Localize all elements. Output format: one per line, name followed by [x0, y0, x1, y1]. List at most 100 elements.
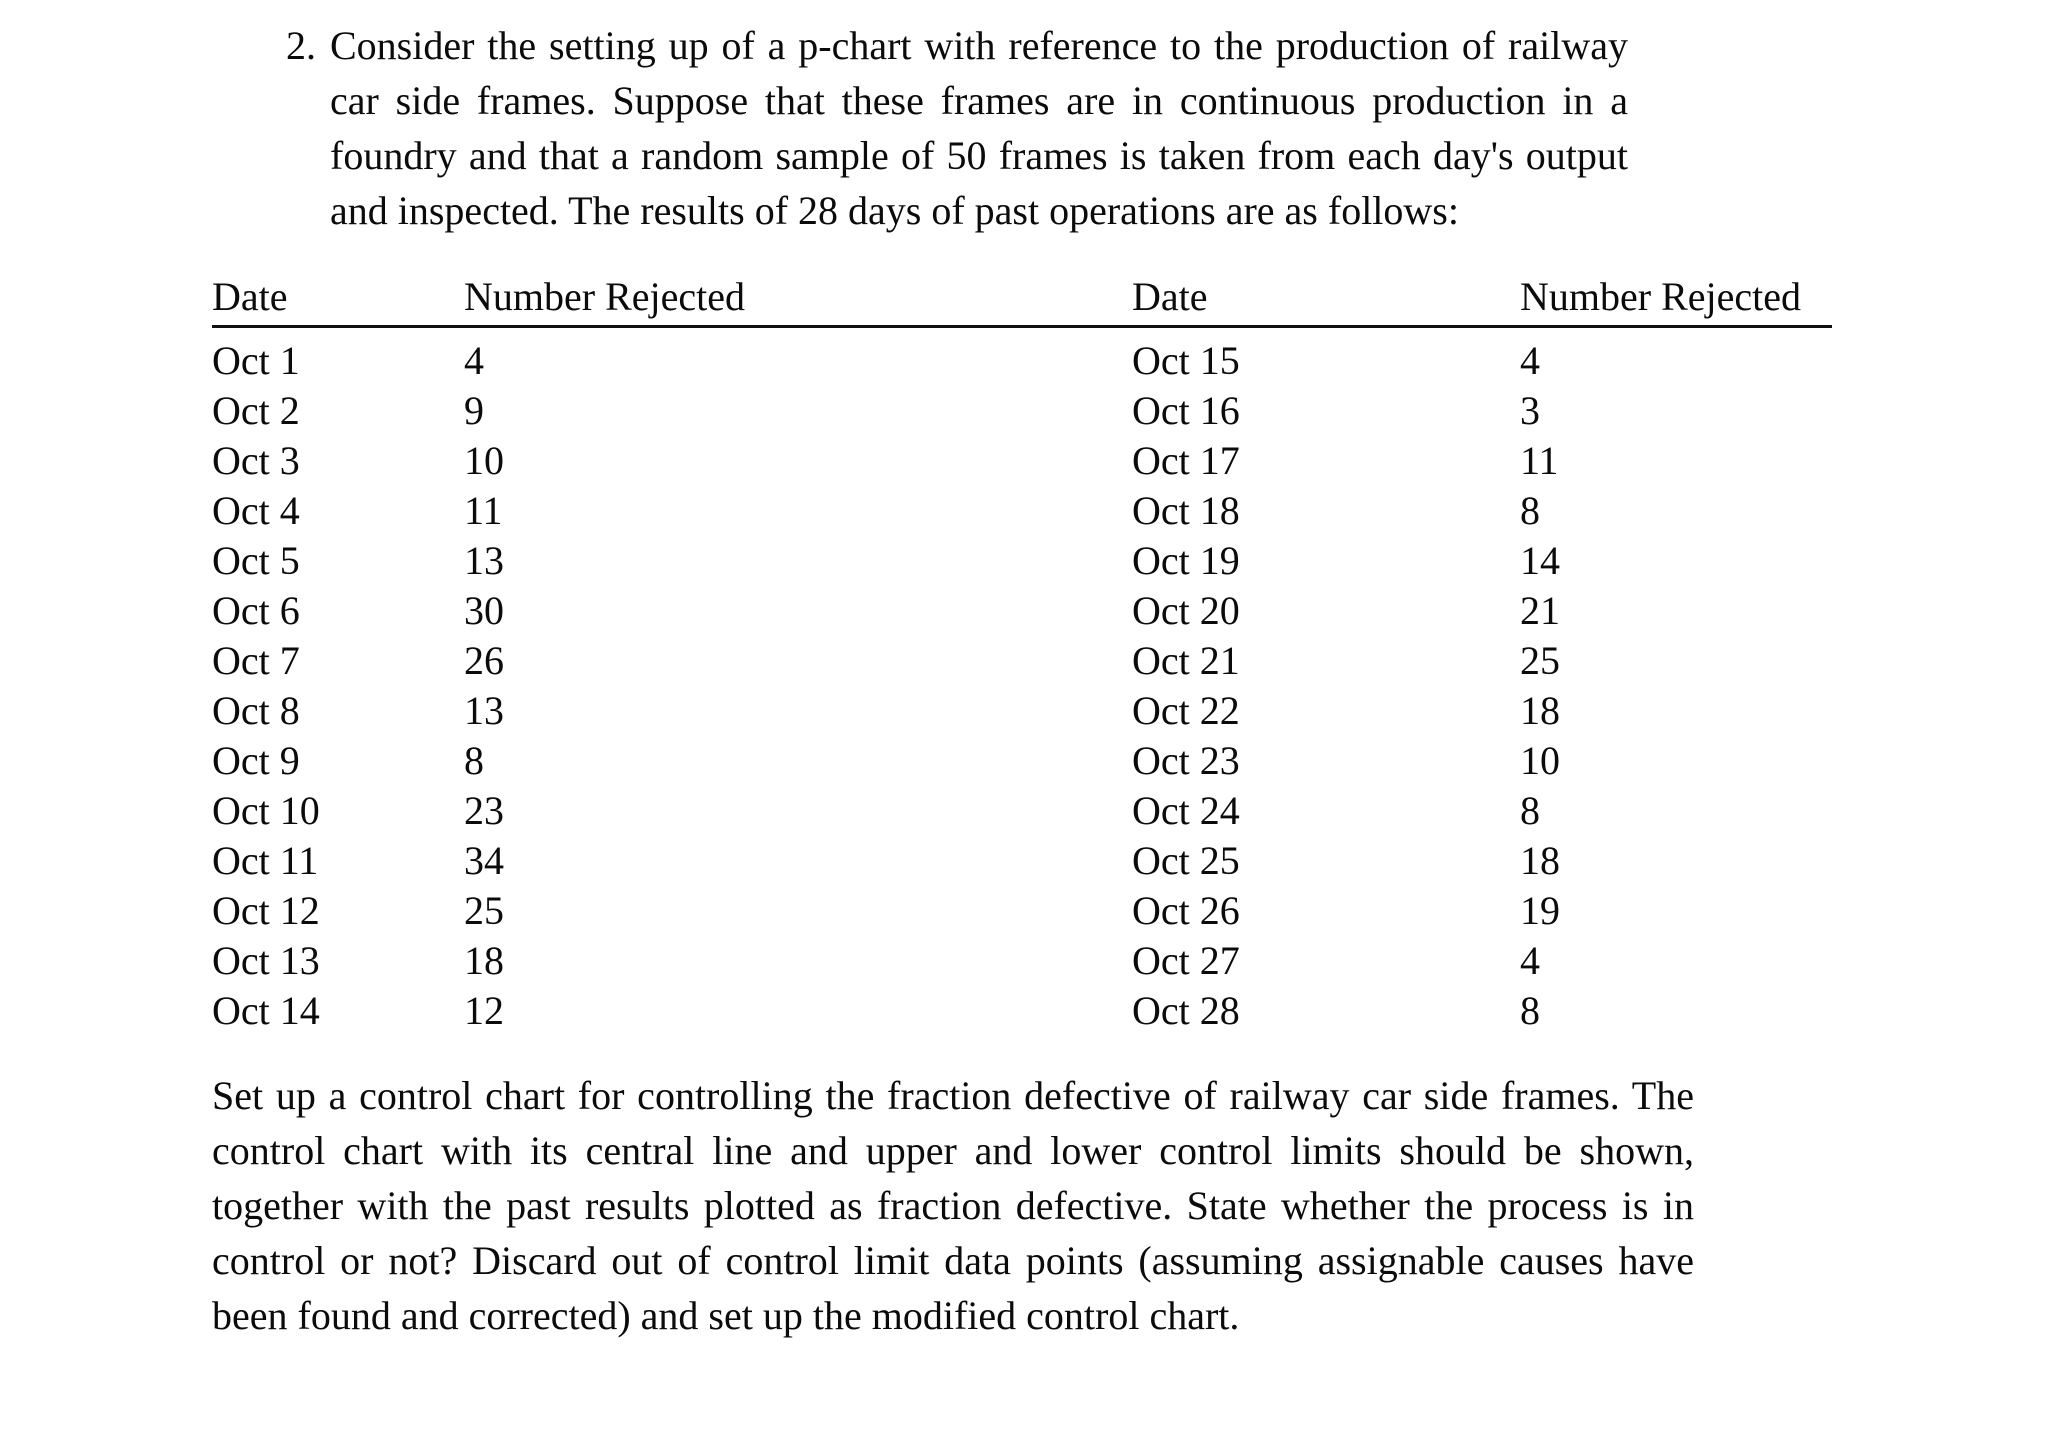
- question-number: 2.: [286, 23, 316, 68]
- cell-number-rejected: 21: [1520, 588, 1560, 633]
- column-header-date: Date: [212, 272, 464, 328]
- cell-number-rejected: 14: [1520, 538, 1560, 583]
- cell-number-rejected: 3: [1520, 388, 1540, 433]
- table-row: Oct 24 8: [1132, 786, 1832, 836]
- table-row: Oct 18 8: [1132, 486, 1832, 536]
- table-row: Oct 22 18: [1132, 686, 1832, 736]
- table-row: Oct 10 23: [212, 786, 1132, 836]
- cell-number-rejected: 11: [1520, 438, 1559, 483]
- cell-date: Oct 28: [1132, 988, 1240, 1033]
- cell-date: Oct 3: [212, 438, 300, 483]
- cell-number-rejected: 11: [464, 488, 503, 533]
- cell-date: Oct 24: [1132, 788, 1240, 833]
- column-header-date: Date: [1132, 272, 1520, 328]
- cell-number-rejected: 34: [464, 838, 504, 883]
- table-row: Oct 13 18: [212, 936, 1132, 986]
- cell-number-rejected: 10: [1520, 738, 1560, 783]
- cell-date: Oct 1: [212, 338, 300, 383]
- table-row: Oct 27 4: [1132, 936, 1832, 986]
- cell-number-rejected: 18: [464, 938, 504, 983]
- cell-date: Oct 4: [212, 488, 300, 533]
- cell-number-rejected: 26: [464, 638, 504, 683]
- table-header-row: Date Number Rejected: [212, 272, 1132, 328]
- cell-date: Oct 11: [212, 838, 319, 883]
- table-row: Oct 14 12: [212, 986, 1132, 1036]
- cell-number-rejected: 12: [464, 988, 504, 1033]
- table-right-body: Oct 15 4 Oct 16 3 Oct 17 11 Oct 18 8 Oct 19 14 Oct…: [1132, 327, 1832, 1037]
- table-row: Oct 15 4: [1132, 327, 1832, 387]
- cell-number-rejected: 8: [1520, 788, 1540, 833]
- table-row: Oct 26 19: [1132, 886, 1832, 936]
- cell-date: Oct 5: [212, 538, 300, 583]
- cell-date: Oct 20: [1132, 588, 1240, 633]
- table-row: Oct 19 14: [1132, 536, 1832, 586]
- cell-number-rejected: 8: [464, 738, 484, 783]
- table-row: Oct 17 11: [1132, 436, 1832, 486]
- cell-date: Oct 21: [1132, 638, 1240, 683]
- cell-date: Oct 8: [212, 688, 300, 733]
- cell-date: Oct 26: [1132, 888, 1240, 933]
- table-row: Oct 2 9: [212, 386, 1132, 436]
- table-row: Oct 12 25: [212, 886, 1132, 936]
- table-row: Oct 20 21: [1132, 586, 1832, 636]
- cell-date: Oct 10: [212, 788, 320, 833]
- cell-date: Oct 9: [212, 738, 300, 783]
- column-header-number-rejected: Number Rejected: [464, 272, 1132, 328]
- table-row: Oct 9 8: [212, 736, 1132, 786]
- question-block: 2. Consider the setting up of a p-chart …: [268, 18, 1628, 238]
- cell-date: Oct 2: [212, 388, 300, 433]
- cell-date: Oct 12: [212, 888, 320, 933]
- cell-number-rejected: 8: [1520, 488, 1540, 533]
- table-header-row: Date Number Rejected: [1132, 272, 1832, 328]
- column-header-number-rejected: Number Rejected: [1520, 272, 1832, 328]
- table-row: Oct 25 18: [1132, 836, 1832, 886]
- table-row: Oct 28 8: [1132, 986, 1832, 1036]
- cell-number-rejected: 13: [464, 688, 504, 733]
- cell-date: Oct 14: [212, 988, 320, 1033]
- table-row: Oct 11 34: [212, 836, 1132, 886]
- cell-date: Oct 15: [1132, 338, 1240, 383]
- cell-date: Oct 16: [1132, 388, 1240, 433]
- cell-number-rejected: 4: [1520, 938, 1540, 983]
- table-row: Oct 7 26: [212, 636, 1132, 686]
- cell-date: Oct 18: [1132, 488, 1240, 533]
- table-right: Date Number Rejected Oct 15 4 Oct 16 3 Oct 1…: [1132, 272, 1832, 1036]
- cell-number-rejected: 8: [1520, 988, 1540, 1033]
- table-row: Oct 6 30: [212, 586, 1132, 636]
- cell-number-rejected: 9: [464, 388, 484, 433]
- table-row: Oct 4 11: [212, 486, 1132, 536]
- table-row: Oct 3 10: [212, 436, 1132, 486]
- question-text: Consider the setting up of a p-chart wit…: [330, 23, 1628, 233]
- cell-date: Oct 25: [1132, 838, 1240, 883]
- cell-number-rejected: 10: [464, 438, 504, 483]
- table-row: Oct 5 13: [212, 536, 1132, 586]
- cell-number-rejected: 4: [464, 338, 484, 383]
- table-row: Oct 16 3: [1132, 386, 1832, 436]
- cell-date: Oct 7: [212, 638, 300, 683]
- cell-number-rejected: 4: [1520, 338, 1540, 383]
- cell-number-rejected: 25: [1520, 638, 1560, 683]
- table-row: Oct 21 25: [1132, 636, 1832, 686]
- cell-number-rejected: 18: [1520, 838, 1560, 883]
- cell-number-rejected: 19: [1520, 888, 1560, 933]
- data-tables: Date Number Rejected Oct 1 4 Oct 2 9 Oct 3 10…: [212, 272, 1832, 1036]
- cell-date: Oct 13: [212, 938, 320, 983]
- cell-date: Oct 6: [212, 588, 300, 633]
- cell-number-rejected: 13: [464, 538, 504, 583]
- cell-date: Oct 17: [1132, 438, 1240, 483]
- table-row: Oct 8 13: [212, 686, 1132, 736]
- table-left-body: Oct 1 4 Oct 2 9 Oct 3 10 Oct 4 11 Oct 5 13 Oct 6 30…: [212, 327, 1132, 1037]
- closing-paragraph: Set up a control chart for controlling t…: [212, 1073, 1694, 1338]
- table-left: Date Number Rejected Oct 1 4 Oct 2 9 Oct 3 10…: [212, 272, 1132, 1036]
- cell-number-rejected: 25: [464, 888, 504, 933]
- document-page: 2. Consider the setting up of a p-chart …: [0, 0, 2046, 1440]
- cell-number-rejected: 23: [464, 788, 504, 833]
- cell-number-rejected: 18: [1520, 688, 1560, 733]
- cell-date: Oct 27: [1132, 938, 1240, 983]
- table-row: Oct 23 10: [1132, 736, 1832, 786]
- table-row: Oct 1 4: [212, 327, 1132, 387]
- cell-date: Oct 23: [1132, 738, 1240, 783]
- cell-date: Oct 22: [1132, 688, 1240, 733]
- cell-date: Oct 19: [1132, 538, 1240, 583]
- cell-number-rejected: 30: [464, 588, 504, 633]
